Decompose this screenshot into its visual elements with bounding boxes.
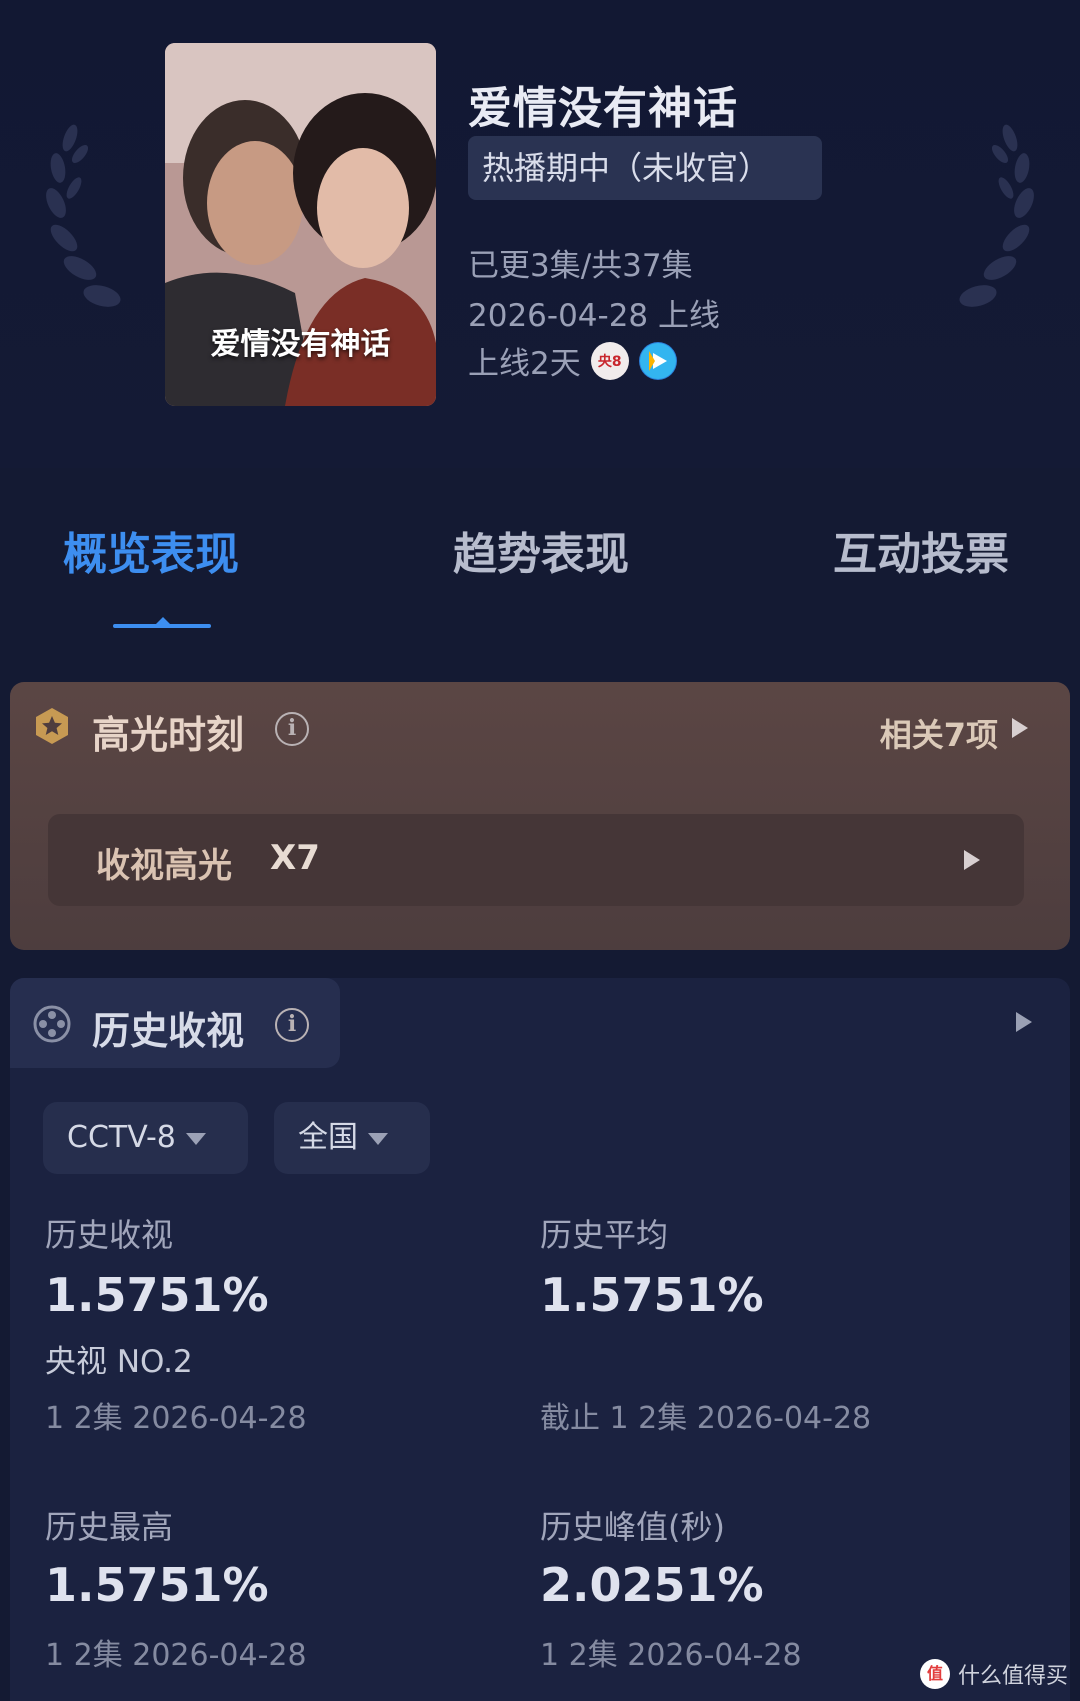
smzdm-logo-icon: 值 [919,1659,950,1689]
stat-episode-date: 1 2集 2026-04-28 [540,1638,802,1673]
tab-trend[interactable]: 趋势表现 [453,518,629,582]
history-arrow-icon[interactable] [1016,1012,1032,1032]
episode-count: 已更3集/共37集 [468,248,693,284]
ratings-highlight-row[interactable]: 收视高光 X7 [48,814,1024,906]
info-icon[interactable]: i [275,712,309,746]
watermark-text: 什么值得买 [957,1664,1068,1689]
days-online-row: 上线2天 央8 [468,338,677,383]
chevron-down-icon [185,1132,206,1145]
show-title: 爱情没有神话 [468,83,738,134]
star-badge-icon [36,708,68,744]
tab-overview[interactable]: 概览表现 [63,518,239,582]
days-online: 上线2天 [468,346,581,382]
history-ratings-card: 历史收视 i CCTV-8 全国 历史收视 1.5751% 央视 NO.2 1 … [10,978,1070,1701]
stat-episode-date: 1 2集 2026-04-28 [45,1638,307,1673]
related-arrow-icon[interactable] [1012,718,1028,738]
stat-label: 历史收视 [45,1216,174,1254]
status-badge: 热播期中（未收官） [468,136,822,200]
channel-select-value: CCTV-8 [67,1120,176,1155]
cctv8-icon[interactable]: 央8 [590,341,629,380]
tab-vote[interactable]: 互动投票 [833,518,1009,582]
highlight-card: 高光时刻 i 相关7项 收视高光 X7 [10,682,1070,950]
info-icon[interactable]: i [275,1008,309,1042]
stat-episode-date: 截止 1 2集 2026-04-28 [540,1401,872,1436]
ratings-highlight-count: X7 [270,838,320,878]
chevron-down-icon [368,1132,388,1145]
show-poster[interactable]: 爱情没有神话 [165,43,436,406]
history-header: 历史收视 i [10,978,340,1068]
active-tab-indicator [113,617,211,628]
tencent-video-play-icon[interactable] [638,341,677,380]
release-date: 2026-04-28 上线 [468,298,721,334]
related-items-link[interactable]: 相关7项 [880,710,998,756]
show-header: 爱情没有神话 爱情没有神话 热播期中（未收官） 已更3集/共37集 2026-0… [0,0,1080,468]
stat-episode-date: 1 2集 2026-04-28 [45,1401,307,1436]
highlight-title: 高光时刻 [92,713,245,757]
row-arrow-icon [964,850,980,870]
region-select[interactable]: 全国 [274,1102,430,1174]
stat-value: 2.0251% [540,1558,764,1612]
laurel-left-icon [46,124,121,307]
stat-value: 1.5751% [45,1268,269,1322]
region-select-value: 全国 [298,1120,358,1155]
stat-value: 1.5751% [45,1558,269,1612]
tab-bar: 概览表现 趋势表现 互动投票 [0,468,1080,668]
history-title: 历史收视 [92,1009,245,1053]
ratings-highlight-label: 收视高光 [96,846,232,886]
laurel-right-icon [959,124,1034,307]
poster-title: 爱情没有神话 [210,327,391,362]
stat-label: 历史平均 [540,1216,669,1254]
stat-label: 历史最高 [45,1508,174,1546]
watermark: 值 什么值得买 [919,1658,1068,1690]
stat-label: 历史峰值(秒) [540,1508,725,1546]
stat-value: 1.5751% [540,1268,764,1322]
stat-rank: 央视 NO.2 [45,1344,193,1380]
channel-select[interactable]: CCTV-8 [43,1102,248,1174]
film-reel-icon [33,1005,71,1043]
